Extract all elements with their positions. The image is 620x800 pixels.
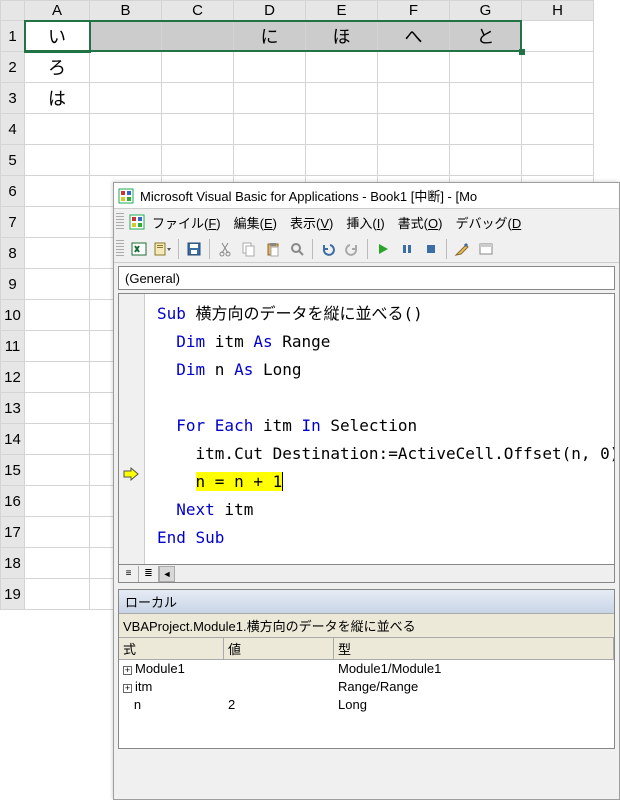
col-header[interactable]: D <box>234 1 306 21</box>
cell[interactable] <box>162 21 234 52</box>
toolbar-grip[interactable] <box>116 240 124 258</box>
locals-window: ローカル VBAProject.Module1.横方向のデータを縦に並べる 式 … <box>118 589 615 749</box>
row-header[interactable]: 13 <box>1 393 25 424</box>
col-header[interactable]: G <box>450 1 522 21</box>
row-header[interactable]: 1 <box>1 21 25 52</box>
row-header[interactable]: 18 <box>1 548 25 579</box>
margin-indicator-bar[interactable] <box>119 294 145 564</box>
row-header[interactable]: 12 <box>1 362 25 393</box>
view-excel-icon[interactable] <box>128 238 150 260</box>
code-pane[interactable]: Sub 横方向のデータを縦に並べる() Dim itm As Range Dim… <box>145 294 614 564</box>
col-header[interactable]: F <box>378 1 450 21</box>
cell[interactable]: ほ <box>306 21 378 52</box>
insert-dropdown-icon[interactable] <box>152 238 174 260</box>
menu-debug[interactable]: デバッグ(D <box>449 211 527 234</box>
toolbar <box>114 235 619 263</box>
row-header[interactable]: 17 <box>1 517 25 548</box>
save-icon[interactable] <box>183 238 205 260</box>
procedure-view-icon[interactable]: ≡ <box>119 566 139 582</box>
locals-context: VBAProject.Module1.横方向のデータを縦に並べる <box>119 614 614 638</box>
view-buttons: ≡ ≣ ◄ <box>118 565 615 583</box>
col-expression[interactable]: 式 <box>119 638 224 660</box>
row-header[interactable]: 8 <box>1 238 25 269</box>
reset-icon[interactable] <box>420 238 442 260</box>
locals-row[interactable]: n 2Long <box>119 696 614 714</box>
scroll-left-icon[interactable]: ◄ <box>159 566 175 582</box>
cell[interactable] <box>90 21 162 52</box>
row-header[interactable]: 5 <box>1 145 25 176</box>
window-title: Microsoft Visual Basic for Applications … <box>140 186 477 205</box>
locals-header: 式 値 型 <box>119 638 614 660</box>
paste-icon[interactable] <box>262 238 284 260</box>
col-header[interactable]: C <box>162 1 234 21</box>
row-header[interactable]: 9 <box>1 269 25 300</box>
vba-app-icon <box>118 188 134 204</box>
copy-icon[interactable] <box>238 238 260 260</box>
titlebar[interactable]: Microsoft Visual Basic for Applications … <box>114 183 619 209</box>
cell[interactable]: に <box>234 21 306 52</box>
locals-title: ローカル <box>119 590 614 614</box>
vbe-window: Microsoft Visual Basic for Applications … <box>113 182 620 800</box>
highlighted-line: n = n + 1 <box>196 472 283 491</box>
select-all[interactable] <box>1 1 25 21</box>
cell[interactable]: い <box>25 21 90 52</box>
col-header[interactable]: A <box>25 1 90 21</box>
expand-icon[interactable]: + <box>123 684 132 693</box>
locals-row[interactable]: +itm Range/Range <box>119 678 614 696</box>
row-header[interactable]: 4 <box>1 114 25 145</box>
full-module-view-icon[interactable]: ≣ <box>139 566 159 582</box>
row-header[interactable]: 3 <box>1 83 25 114</box>
row-header[interactable]: 7 <box>1 207 25 238</box>
redo-icon[interactable] <box>341 238 363 260</box>
cell[interactable]: は <box>25 83 90 114</box>
col-header[interactable]: E <box>306 1 378 21</box>
current-line-arrow-icon <box>123 467 139 484</box>
project-explorer-icon[interactable] <box>475 238 497 260</box>
menu-view[interactable]: 表示(V) <box>284 211 339 234</box>
row-header[interactable]: 15 <box>1 455 25 486</box>
row-header[interactable]: 11 <box>1 331 25 362</box>
cut-icon[interactable] <box>214 238 236 260</box>
menubar: ファイル(F) 編集(E) 表示(V) 挿入(I) 書式(O) デバッグ(D <box>114 209 619 235</box>
undo-icon[interactable] <box>317 238 339 260</box>
menubar-grip[interactable] <box>116 213 124 231</box>
menu-format[interactable]: 書式(O) <box>392 211 449 234</box>
horizontal-scrollbar[interactable]: ◄ <box>159 566 614 582</box>
break-icon[interactable] <box>396 238 418 260</box>
menu-edit[interactable]: 編集(E) <box>228 211 283 234</box>
cell[interactable] <box>522 21 594 52</box>
row-header[interactable]: 16 <box>1 486 25 517</box>
fill-handle[interactable] <box>519 49 525 55</box>
row-header[interactable]: 19 <box>1 579 25 610</box>
row-header[interactable]: 2 <box>1 52 25 83</box>
design-mode-icon[interactable] <box>451 238 473 260</box>
col-header[interactable]: H <box>522 1 594 21</box>
cell[interactable]: へ <box>378 21 450 52</box>
cell[interactable]: と <box>450 21 522 52</box>
col-type[interactable]: 型 <box>334 638 614 660</box>
find-icon[interactable] <box>286 238 308 260</box>
menu-file[interactable]: ファイル(F) <box>146 211 227 234</box>
locals-row[interactable]: +Module1 Module1/Module1 <box>119 660 614 678</box>
col-value[interactable]: 値 <box>224 638 334 660</box>
module-icon <box>129 214 145 230</box>
menu-insert[interactable]: 挿入(I) <box>340 211 390 234</box>
object-dropdown[interactable]: (General) <box>118 266 615 290</box>
code-editor[interactable]: Sub 横方向のデータを縦に並べる() Dim itm As Range Dim… <box>118 293 615 565</box>
row-header[interactable]: 10 <box>1 300 25 331</box>
cell[interactable]: ろ <box>25 52 90 83</box>
run-icon[interactable] <box>372 238 394 260</box>
expand-icon[interactable]: + <box>123 666 132 675</box>
row-header[interactable]: 14 <box>1 424 25 455</box>
col-header[interactable]: B <box>90 1 162 21</box>
row-header[interactable]: 6 <box>1 176 25 207</box>
